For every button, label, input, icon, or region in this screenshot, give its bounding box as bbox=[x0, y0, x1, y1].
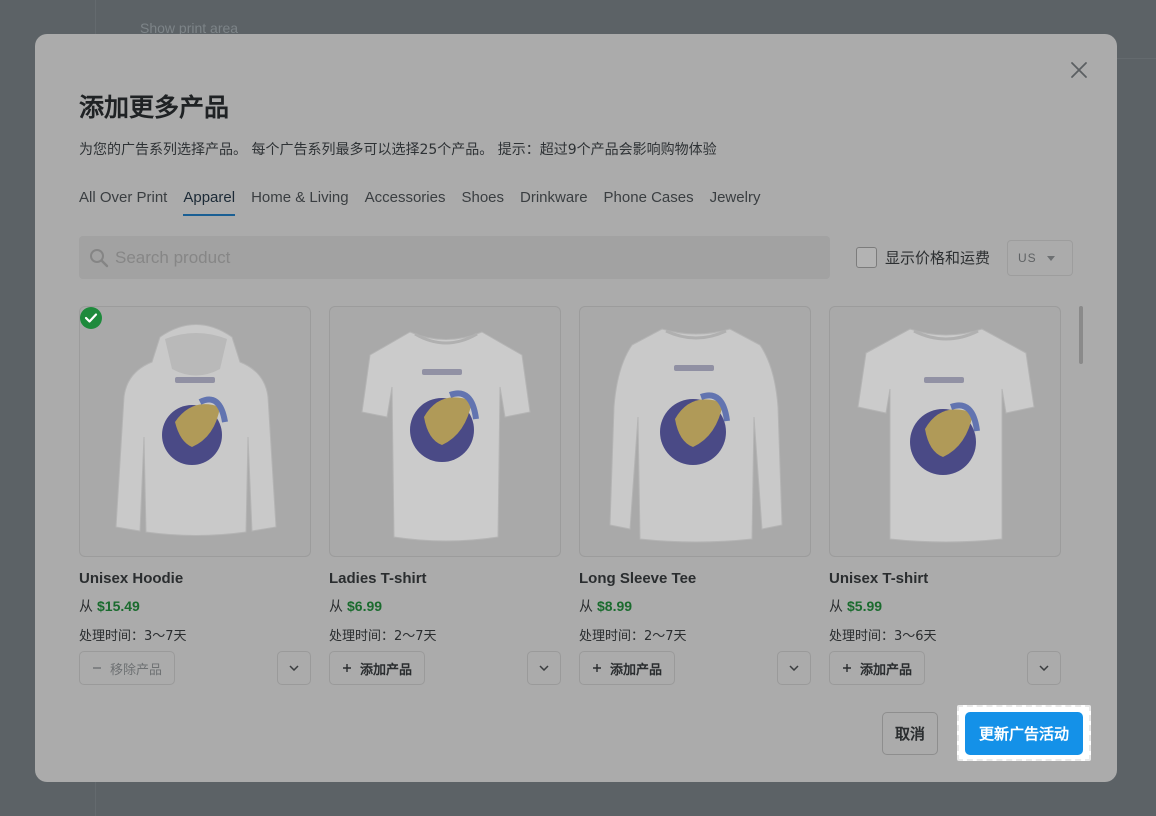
product-image[interactable] bbox=[329, 306, 561, 557]
product-actions: 移除产品 bbox=[79, 651, 311, 685]
caret-down-icon bbox=[1046, 255, 1055, 261]
product-card: Ladies T-shirt 从 $6.99 处理时间：2～7天 添加产品 bbox=[329, 306, 561, 685]
product-price: 从 $6.99 bbox=[329, 598, 383, 615]
product-card: Unisex T-shirt 从 $5.99 处理时间：3～6天 添加产品 bbox=[829, 306, 1061, 685]
selected-check-icon bbox=[80, 307, 102, 329]
tab-shoes[interactable]: Shoes bbox=[461, 187, 504, 216]
add-product-button[interactable]: 添加产品 bbox=[829, 651, 925, 685]
search-bar bbox=[79, 236, 830, 279]
tab-drinkware[interactable]: Drinkware bbox=[520, 187, 588, 216]
product-options-dropdown[interactable] bbox=[527, 651, 561, 685]
chevron-down-icon bbox=[539, 665, 549, 671]
close-button[interactable] bbox=[1067, 58, 1091, 82]
product-image[interactable] bbox=[829, 306, 1061, 557]
product-name: Unisex T-shirt bbox=[829, 570, 929, 587]
region-select[interactable]: US bbox=[1007, 240, 1073, 276]
region-value: US bbox=[1018, 251, 1037, 265]
chevron-down-icon bbox=[289, 665, 299, 671]
ladies-tshirt-image bbox=[361, 331, 531, 542]
long-sleeve-tee-image bbox=[609, 328, 783, 543]
product-price: 从 $5.99 bbox=[829, 598, 883, 615]
tab-phone-cases[interactable]: Phone Cases bbox=[604, 187, 694, 216]
minus-icon bbox=[93, 667, 101, 669]
product-name: Ladies T-shirt bbox=[329, 570, 427, 587]
modal-title: 添加更多产品 bbox=[79, 93, 230, 122]
product-options-dropdown[interactable] bbox=[1027, 651, 1061, 685]
add-product-button[interactable]: 添加产品 bbox=[329, 651, 425, 685]
product-actions: 添加产品 bbox=[329, 651, 561, 685]
product-card: Unisex Hoodie 从 $15.49 处理时间：3～7天 移除产品 bbox=[79, 306, 311, 685]
chevron-down-icon bbox=[789, 665, 799, 671]
tab-all-over-print[interactable]: All Over Print bbox=[79, 187, 167, 216]
product-processing-time: 处理时间：2～7天 bbox=[329, 629, 437, 644]
tab-home-living[interactable]: Home & Living bbox=[251, 187, 349, 216]
show-price-label: 显示价格和运费 bbox=[885, 249, 991, 267]
show-price-checkbox[interactable] bbox=[856, 247, 877, 268]
remove-product-button[interactable]: 移除产品 bbox=[79, 651, 175, 685]
scrollbar[interactable] bbox=[1079, 306, 1083, 364]
product-processing-time: 处理时间：3～7天 bbox=[79, 629, 187, 644]
product-price: 从 $8.99 bbox=[579, 598, 633, 615]
category-tabs: All Over Print Apparel Home & Living Acc… bbox=[79, 187, 776, 216]
close-icon bbox=[1071, 62, 1087, 78]
plus-icon bbox=[593, 664, 601, 672]
unisex-tshirt-image bbox=[857, 328, 1035, 543]
add-products-modal: 添加更多产品 为您的广告系列选择产品。 每个广告系列最多可以选择25个产品。 提… bbox=[35, 34, 1117, 782]
product-options-dropdown[interactable] bbox=[277, 651, 311, 685]
modal-subtitle: 为您的广告系列选择产品。 每个广告系列最多可以选择25个产品。 提示：超过9个产… bbox=[79, 142, 717, 158]
tab-apparel[interactable]: Apparel bbox=[183, 187, 236, 216]
product-actions: 添加产品 bbox=[829, 651, 1061, 685]
hoodie-image bbox=[115, 324, 277, 536]
cancel-button[interactable]: 取消 bbox=[882, 712, 938, 755]
add-product-button[interactable]: 添加产品 bbox=[579, 651, 675, 685]
tab-jewelry[interactable]: Jewelry bbox=[710, 187, 761, 216]
product-options-dropdown[interactable] bbox=[777, 651, 811, 685]
product-name: Long Sleeve Tee bbox=[579, 570, 697, 587]
plus-icon bbox=[843, 664, 851, 672]
product-name: Unisex Hoodie bbox=[79, 570, 184, 587]
show-price-toggle[interactable]: 显示价格和运费 bbox=[856, 247, 990, 268]
plus-icon bbox=[343, 664, 351, 672]
product-processing-time: 处理时间：3～6天 bbox=[829, 629, 937, 644]
product-processing-time: 处理时间：2～7天 bbox=[579, 629, 687, 644]
chevron-down-icon bbox=[1039, 665, 1049, 671]
product-price: 从 $15.49 bbox=[79, 598, 140, 615]
tab-accessories[interactable]: Accessories bbox=[365, 187, 446, 216]
search-icon bbox=[90, 248, 109, 267]
product-actions: 添加产品 bbox=[579, 651, 811, 685]
update-button-focus-ring: 更新广告活动 bbox=[957, 705, 1091, 761]
product-card: Long Sleeve Tee 从 $8.99 处理时间：2～7天 添加产品 bbox=[579, 306, 811, 685]
product-image[interactable] bbox=[579, 306, 811, 557]
search-input[interactable] bbox=[115, 247, 795, 268]
product-image[interactable] bbox=[79, 306, 311, 557]
update-campaign-button[interactable]: 更新广告活动 bbox=[965, 712, 1083, 755]
